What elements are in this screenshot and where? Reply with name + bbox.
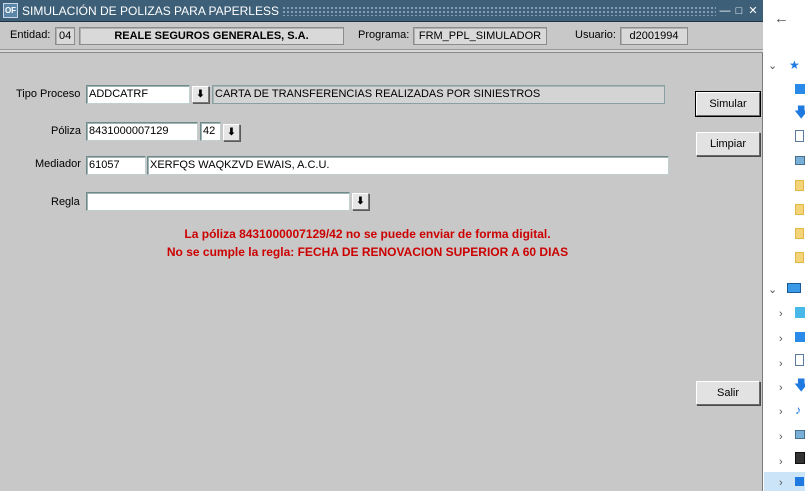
documents-icon[interactable] [795, 130, 804, 142]
this-pc-icon[interactable] [787, 283, 801, 293]
chevron-right-icon[interactable]: › [779, 357, 783, 371]
limpiar-button[interactable]: Limpiar [696, 132, 760, 156]
minimize-icon[interactable]: — [718, 4, 732, 18]
oracle-forms-icon: OF [3, 3, 18, 18]
chevron-right-icon[interactable]: › [779, 405, 783, 419]
documents-icon[interactable] [795, 354, 804, 366]
poliza-lov-button[interactable]: ⬇ [223, 124, 240, 141]
chevron-right-icon[interactable]: › [779, 381, 783, 395]
3d-objects-icon[interactable] [795, 307, 805, 318]
pictures-icon[interactable] [795, 156, 805, 165]
tipo-proceso-input[interactable]: ADDCATRF [86, 85, 190, 104]
simular-button[interactable]: Simular [695, 91, 761, 117]
maximize-icon[interactable]: □ [732, 4, 746, 18]
regla-lov-button[interactable]: ⬇ [352, 193, 369, 210]
programa-label: Programa: [358, 29, 410, 41]
desktop-icon[interactable] [795, 332, 805, 342]
usuario-label: Usuario: [575, 29, 616, 41]
pictures-icon[interactable] [795, 430, 805, 439]
entidad-label: Entidad: [10, 29, 51, 41]
title-bar[interactable]: OF SIMULACIÓN DE POLIZAS PARA PAPERLESS … [0, 0, 763, 22]
downloads-icon[interactable]: 🡇 [794, 105, 805, 119]
poliza-label: Póliza [51, 125, 81, 137]
folder-icon[interactable] [795, 204, 804, 215]
result-message-line-1: La póliza 8431000007129/42 no se puede e… [184, 227, 551, 241]
mediador-name-field: XERFQS WAQKZVD EWAIS, A.C.U. [147, 156, 669, 175]
chevron-right-icon[interactable]: › [779, 430, 783, 444]
salir-button[interactable]: Salir [696, 381, 760, 405]
tipo-proceso-description: CARTA DE TRANSFERENCIAS REALIZADAS POR S… [212, 85, 665, 104]
list-of-values-icon: ⬇ [356, 196, 365, 207]
window-title: SIMULACIÓN DE POLIZAS PARA PAPERLESS [22, 4, 279, 18]
list-of-values-icon: ⬇ [227, 127, 236, 138]
titlebar-pattern [282, 6, 716, 16]
folder-icon[interactable] [795, 228, 804, 239]
result-message-line-2: No se cumple la regla: FECHA DE RENOVACI… [166, 245, 569, 259]
back-arrow-icon[interactable]: ← [774, 11, 789, 26]
entidad-name: REALE SEGUROS GENERALES, S.A. [79, 27, 344, 45]
entidad-code: 04 [55, 27, 75, 45]
tipo-proceso-label: Tipo Proceso [16, 88, 81, 100]
form-window: OF SIMULACIÓN DE POLIZAS PARA PAPERLESS … [0, 0, 763, 491]
poliza-number-input[interactable]: 8431000007129 [86, 122, 198, 141]
mediador-label: Mediador [35, 158, 81, 170]
videos-icon[interactable] [795, 452, 805, 464]
poliza-suffix-input[interactable]: 42 [200, 122, 221, 141]
programa-value: FRM_PPL_SIMULADOR [413, 27, 547, 45]
local-disk-icon[interactable] [795, 477, 804, 486]
close-icon[interactable]: ✕ [746, 4, 760, 18]
chevron-right-icon[interactable]: › [779, 476, 783, 490]
tipo-proceso-lov-button[interactable]: ⬇ [192, 86, 209, 103]
header-separator [0, 50, 763, 53]
file-explorer-navigation-pane: ← ⌄ ★ 🡇 ⌄ › › › › 🡇 › ♪ › › › [764, 0, 805, 491]
downloads-icon[interactable]: 🡇 [794, 378, 805, 392]
chevron-down-icon[interactable]: ⌄ [768, 59, 777, 73]
regla-label: Regla [51, 196, 80, 208]
music-icon[interactable]: ♪ [795, 403, 801, 417]
regla-input[interactable] [86, 192, 350, 211]
mediador-code-input[interactable]: 61057 [86, 156, 146, 175]
chevron-right-icon[interactable]: › [779, 307, 783, 321]
desktop-icon[interactable] [795, 84, 805, 94]
usuario-value: d2001994 [620, 27, 688, 45]
context-header: Entidad: 04 REALE SEGUROS GENERALES, S.A… [0, 22, 763, 50]
list-of-values-icon: ⬇ [196, 89, 205, 100]
chevron-right-icon[interactable]: › [779, 332, 783, 346]
quick-access-icon[interactable]: ★ [789, 58, 800, 72]
chevron-right-icon[interactable]: › [779, 455, 783, 469]
folder-icon[interactable] [795, 180, 804, 191]
chevron-down-icon[interactable]: ⌄ [768, 283, 777, 297]
folder-icon[interactable] [795, 252, 804, 263]
